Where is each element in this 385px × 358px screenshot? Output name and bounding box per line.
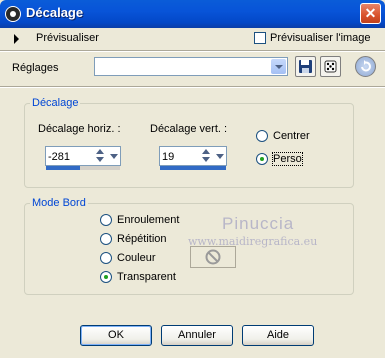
- help-button[interactable]: Aide: [242, 325, 314, 346]
- repeat-radio[interactable]: [100, 233, 112, 245]
- dice-icon: [324, 60, 337, 73]
- preview-toggle[interactable]: Prévisualiser: [36, 32, 99, 44]
- repeat-radio-label[interactable]: Répétition: [117, 233, 167, 245]
- reset-icon: [361, 60, 371, 72]
- center-radio-label[interactable]: Centrer: [273, 130, 310, 142]
- vertical-offset-input[interactable]: [159, 146, 227, 166]
- separator: [0, 86, 385, 88]
- offset-group-title: Décalage: [30, 97, 81, 109]
- horizontal-offset-slider[interactable]: [46, 166, 120, 170]
- reset-settings-button[interactable]: [355, 56, 376, 77]
- custom-radio-label[interactable]: Perso: [272, 152, 303, 166]
- save-settings-button[interactable]: [295, 56, 316, 77]
- vertical-offset-slider-fill: [160, 166, 226, 170]
- edge-mode-group: [24, 203, 354, 295]
- horizontal-offset-input[interactable]: [45, 146, 121, 166]
- offset-dialog: Décalage ✕ Prévisualiser Prévisualiser l…: [0, 0, 385, 358]
- horizontal-offset-label: Décalage horiz. :: [38, 123, 121, 135]
- custom-radio[interactable]: [256, 153, 268, 165]
- watermark-name: Pinuccia: [222, 214, 295, 233]
- center-radio[interactable]: [256, 130, 268, 142]
- horizontal-offset-value[interactable]: [48, 150, 92, 163]
- vertical-offset-slider[interactable]: [160, 166, 226, 170]
- close-button[interactable]: ✕: [360, 3, 381, 24]
- window-title: Décalage: [26, 5, 84, 20]
- transparent-radio-label[interactable]: Transparent: [117, 271, 176, 283]
- color-radio[interactable]: [100, 252, 112, 264]
- random-settings-button[interactable]: [320, 56, 341, 77]
- horizontal-offset-slider-fill: [46, 166, 80, 170]
- vertical-offset-label: Décalage vert. :: [150, 123, 228, 135]
- wrap-radio-label[interactable]: Enroulement: [117, 214, 179, 226]
- preview-image-checkbox[interactable]: [254, 32, 266, 44]
- settings-dropdown[interactable]: [94, 57, 288, 76]
- settings-label: Réglages: [12, 62, 59, 74]
- close-icon: ✕: [364, 5, 377, 21]
- ok-button[interactable]: OK: [80, 325, 152, 346]
- chevron-down-icon[interactable]: [271, 59, 286, 74]
- app-icon: [5, 6, 21, 22]
- edge-mode-group-title: Mode Bord: [30, 197, 88, 209]
- color-radio-label[interactable]: Couleur: [117, 252, 156, 264]
- preview-row: Prévisualiser Prévisualiser l'image: [0, 28, 385, 50]
- title-bar[interactable]: Décalage ✕: [0, 0, 385, 28]
- save-disk-icon: [299, 60, 312, 73]
- edge-color-swatch[interactable]: [190, 246, 236, 268]
- preview-image-label[interactable]: Prévisualiser l'image: [270, 32, 371, 44]
- wrap-radio[interactable]: [100, 214, 112, 226]
- vertical-offset-spinner-icon[interactable]: [201, 148, 213, 164]
- vertical-offset-value[interactable]: [162, 150, 198, 163]
- separator: [0, 50, 385, 52]
- cancel-button[interactable]: Annuler: [161, 325, 233, 346]
- horizontal-offset-dropdown-icon[interactable]: [108, 148, 120, 164]
- horizontal-offset-spinner-icon[interactable]: [95, 148, 107, 164]
- transparent-radio[interactable]: [100, 271, 112, 283]
- expand-arrow-icon[interactable]: [14, 34, 19, 44]
- vertical-offset-dropdown-icon[interactable]: [214, 148, 226, 164]
- no-color-icon: [205, 249, 221, 265]
